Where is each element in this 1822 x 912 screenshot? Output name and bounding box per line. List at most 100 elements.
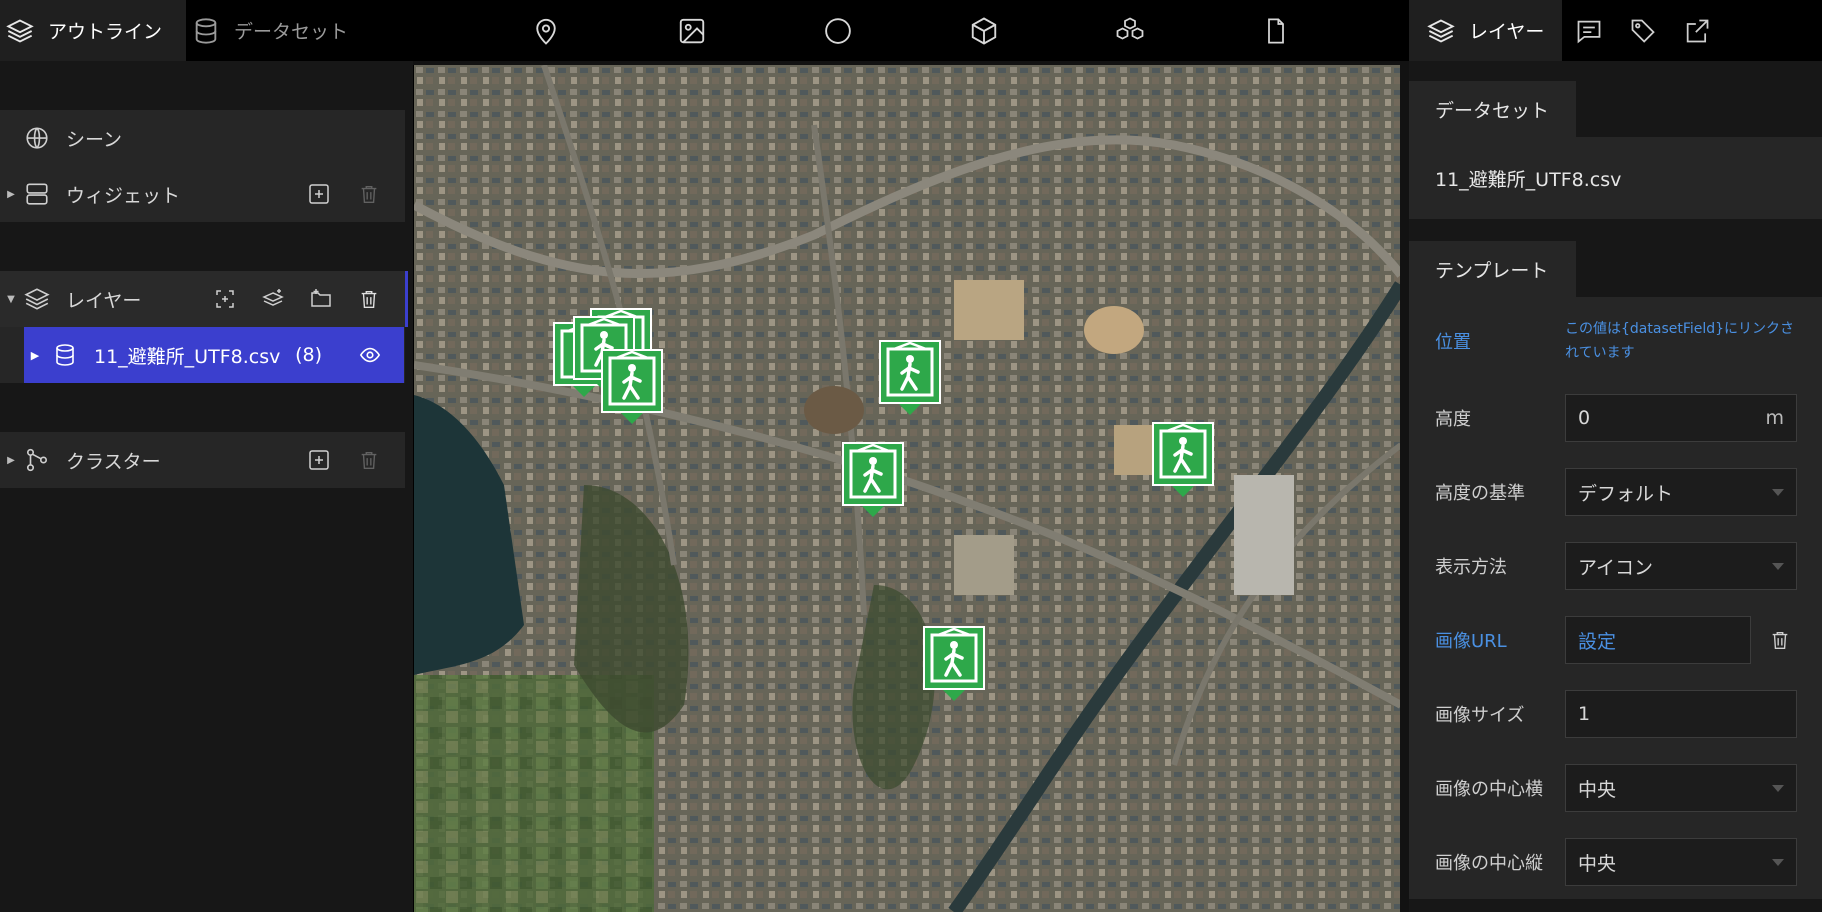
position-label[interactable]: 位置: [1435, 328, 1565, 354]
layer-name: 11_避難所_UTF8.csv: [94, 345, 281, 368]
left-tabs: アウトライン データセット: [0, 0, 413, 61]
dataset-file-name: 11_避難所_UTF8.csv: [1435, 168, 1622, 191]
evacuation-shelter-icon[interactable]: [841, 441, 905, 517]
image-center-x-field: 画像の中心横 中央: [1409, 751, 1822, 825]
database-icon: [50, 342, 80, 368]
scene-row[interactable]: シーン: [0, 110, 405, 166]
cluster-row[interactable]: ▶ クラスター: [0, 432, 405, 488]
image-center-x-select[interactable]: 中央: [1565, 764, 1797, 812]
add-layer-icon[interactable]: [211, 285, 239, 313]
height-reference-label: 高度の基準: [1435, 483, 1525, 504]
height-unit: m: [1765, 407, 1784, 429]
height-label: 高度: [1435, 409, 1471, 430]
database-icon: [195, 17, 217, 44]
layers-icon: [1427, 18, 1455, 43]
trash-icon[interactable]: [355, 446, 383, 474]
dataset-header: データセット: [1409, 81, 1822, 137]
layers-icon: [6, 18, 34, 43]
trash-icon[interactable]: [355, 285, 383, 313]
image-center-y-select[interactable]: 中央: [1565, 838, 1797, 886]
eye-icon[interactable]: [356, 344, 384, 366]
evacuation-shelter-icon[interactable]: [1151, 421, 1215, 497]
evacuation-shelter-icon[interactable]: [878, 339, 942, 415]
image-size-label: 画像サイズ: [1435, 705, 1525, 726]
add-cluster-icon[interactable]: [305, 446, 333, 474]
properties-panel: レイヤー データセット 11_避難所_UTF8.csv テンプレート 位置 この…: [1409, 0, 1822, 912]
display-type-field: 表示方法 アイコン: [1409, 529, 1822, 603]
layer-group-label: レイヤー: [66, 289, 142, 312]
export-icon[interactable]: [1670, 0, 1724, 61]
layer-section: ▼ レイヤー ▶ 11_避難所_UTF8.csv (8): [0, 271, 408, 383]
widget-label: ウィジェット: [66, 184, 181, 207]
image-center-y-label: 画像の中心縦: [1435, 853, 1543, 874]
folder-icon[interactable]: [307, 285, 335, 313]
image-url-button[interactable]: 設定: [1565, 616, 1751, 664]
tag-icon[interactable]: [1616, 0, 1670, 61]
cluster-section: ▶ クラスター: [0, 432, 405, 488]
height-input[interactable]: 0 m: [1565, 394, 1797, 442]
expand-arrow-icon[interactable]: ▶: [24, 349, 46, 362]
trash-icon[interactable]: [355, 180, 383, 208]
height-reference-field: 高度の基準 デフォルト: [1409, 455, 1822, 529]
dataset-header-label: データセット: [1409, 81, 1576, 137]
widget-icon: [22, 181, 52, 207]
app: アウトライン データセット シーン ▶ ウィジェット ▼ レイヤー ▶ 11_避…: [0, 0, 1822, 912]
evacuation-shelter-icon[interactable]: [600, 348, 664, 424]
right-tabs: レイヤー: [1409, 0, 1822, 61]
collapse-arrow-icon[interactable]: ▼: [0, 294, 22, 305]
position-field: 位置 この値は{datasetField}にリンクされています: [1409, 301, 1822, 381]
scene-toolbar: [413, 0, 1409, 61]
template-header-label: テンプレート: [1409, 241, 1576, 297]
add-layer-group-icon[interactable]: [259, 285, 287, 313]
layer-item[interactable]: ▶ 11_避難所_UTF8.csv (8): [24, 327, 404, 383]
chevron-down-icon: [1772, 858, 1784, 866]
height-reference-select[interactable]: デフォルト: [1565, 468, 1797, 516]
file-icon[interactable]: [1258, 13, 1294, 49]
template-block: 位置 この値は{datasetField}にリンクされています 高度 0 m 高…: [1409, 297, 1822, 899]
tab-dataset-label: データセット: [234, 21, 349, 43]
display-type-select[interactable]: アイコン: [1565, 542, 1797, 590]
box-icon[interactable]: [966, 13, 1002, 49]
cluster-label: クラスター: [66, 450, 161, 473]
map-view[interactable]: [413, 65, 1400, 912]
scene-label: シーン: [66, 128, 123, 151]
chevron-down-icon: [1772, 784, 1784, 792]
display-type-label: 表示方法: [1435, 557, 1507, 578]
chevron-down-icon: [1772, 488, 1784, 496]
dataset-block: 11_避難所_UTF8.csv: [1409, 137, 1822, 219]
widget-row[interactable]: ▶ ウィジェット: [0, 166, 405, 222]
tab-layer-label: レイヤー: [1469, 21, 1545, 43]
globe-icon: [22, 125, 52, 151]
tab-outline-label: アウトライン: [48, 21, 163, 43]
image-center-y-field: 画像の中心縦 中央: [1409, 825, 1822, 899]
satellite-imagery: [414, 65, 1400, 912]
expand-arrow-icon[interactable]: ▶: [0, 189, 22, 200]
evacuation-shelter-icon[interactable]: [922, 625, 986, 701]
chevron-down-icon: [1772, 562, 1784, 570]
model-icon[interactable]: [1112, 13, 1148, 49]
trash-icon[interactable]: [1769, 628, 1791, 652]
add-widget-icon[interactable]: [305, 180, 333, 208]
tab-layer[interactable]: レイヤー: [1409, 0, 1563, 61]
image-url-field: 画像URL 設定: [1409, 603, 1822, 677]
height-field: 高度 0 m: [1409, 381, 1822, 455]
scene-section: シーン ▶ ウィジェット: [0, 110, 405, 222]
expand-arrow-icon[interactable]: ▶: [0, 455, 22, 466]
outline-panel: アウトライン データセット シーン ▶ ウィジェット ▼ レイヤー ▶ 11_避…: [0, 0, 413, 912]
image-icon[interactable]: [674, 13, 710, 49]
image-url-label[interactable]: 画像URL: [1435, 627, 1565, 653]
tab-outline[interactable]: アウトライン: [0, 0, 186, 61]
layers-icon: [22, 286, 52, 312]
cluster-icon: [22, 447, 52, 473]
position-link-note: この値は{datasetField}にリンクされています: [1565, 321, 1795, 361]
template-header: テンプレート: [1409, 241, 1822, 297]
marker-icon[interactable]: [528, 13, 564, 49]
tab-dataset[interactable]: データセット: [186, 0, 366, 61]
image-size-input[interactable]: 1: [1565, 690, 1797, 738]
image-center-x-label: 画像の中心横: [1435, 779, 1543, 800]
layer-group-row[interactable]: ▼ レイヤー: [0, 271, 408, 327]
layer-count: (8): [295, 344, 322, 366]
circle-icon[interactable]: [820, 13, 856, 49]
infobox-icon[interactable]: [1562, 0, 1616, 61]
image-size-field: 画像サイズ 1: [1409, 677, 1822, 751]
